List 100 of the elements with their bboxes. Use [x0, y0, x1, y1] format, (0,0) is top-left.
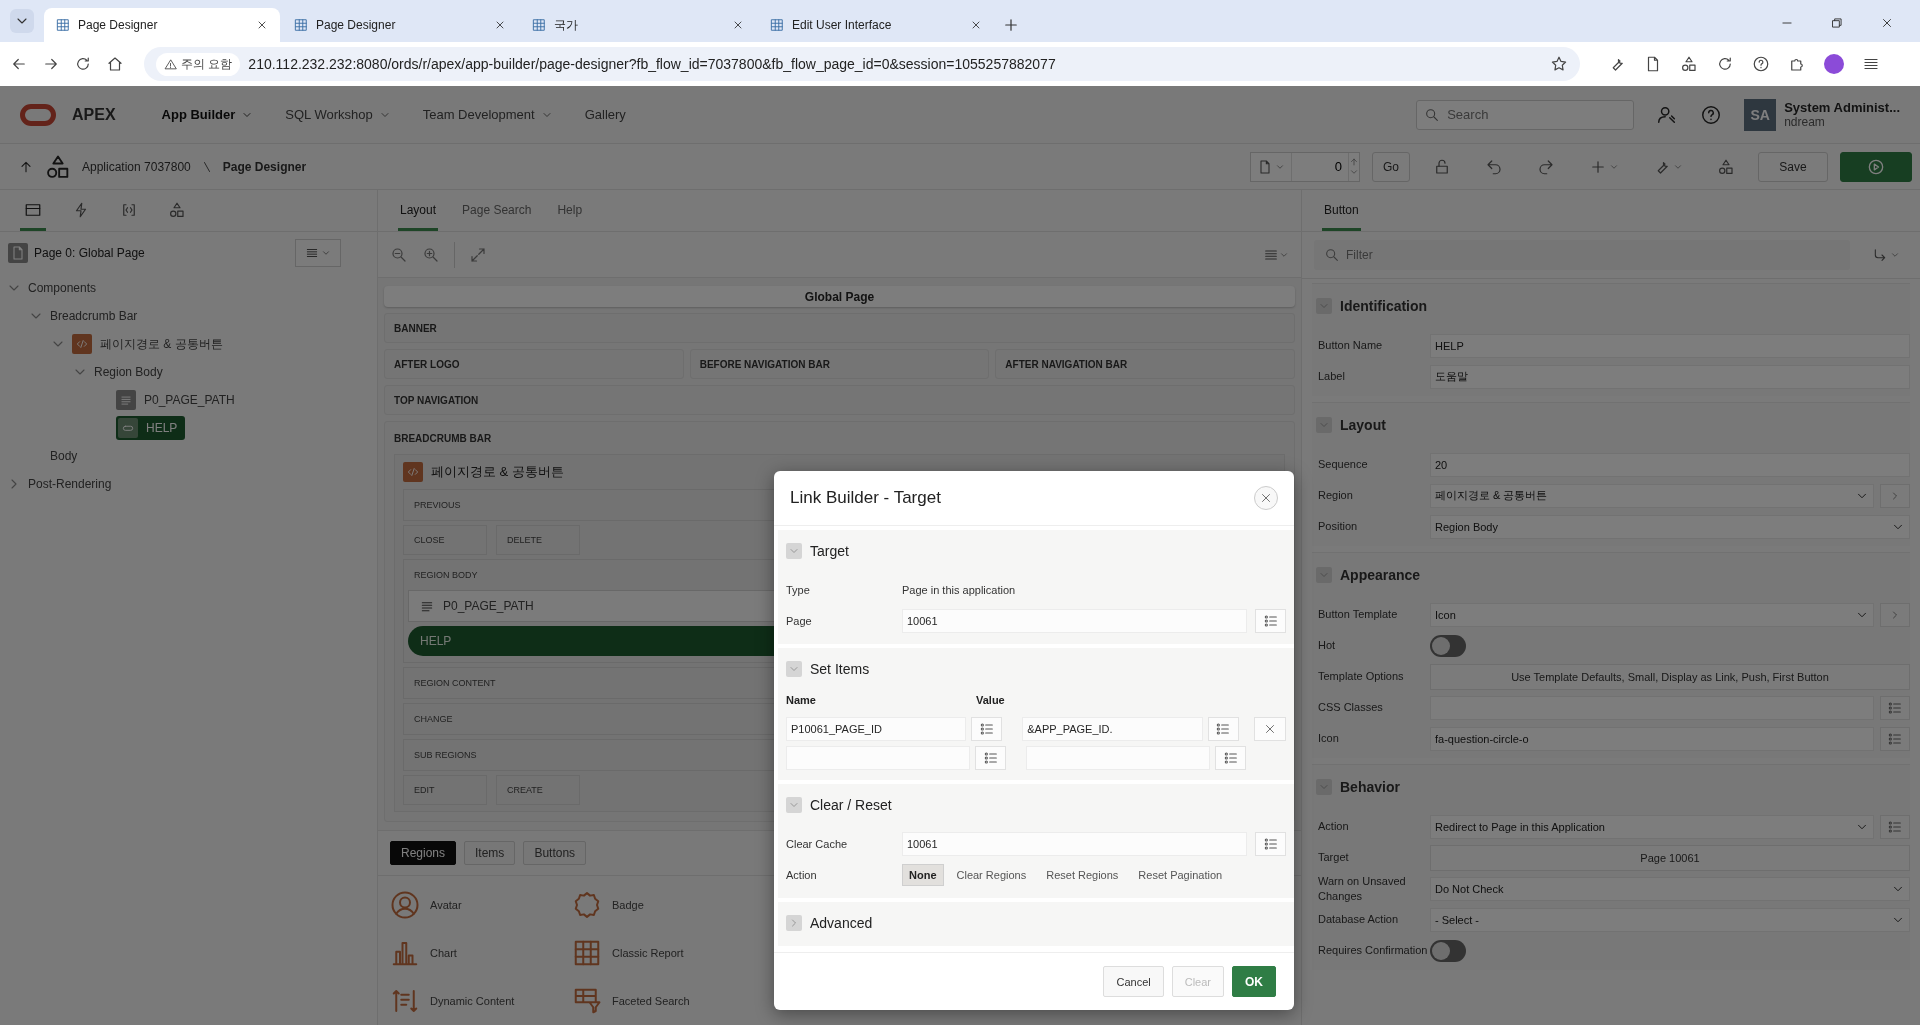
layout-position[interactable]: BANNER: [384, 313, 1295, 343]
browser-tab[interactable]: 국가: [520, 8, 756, 42]
input-field[interactable]: P10061_PAGE_ID: [786, 716, 967, 741]
input-field[interactable]: 도움말: [1430, 364, 1910, 389]
input-field[interactable]: fa-question-circle-o: [1430, 726, 1874, 751]
extension-icon[interactable]: [1716, 55, 1734, 73]
logo-icon[interactable]: [20, 103, 56, 126]
list-button[interactable]: [1215, 745, 1246, 770]
panel-tab[interactable]: Help: [555, 189, 585, 231]
region-type-label[interactable]: Badge: [612, 899, 644, 911]
property-button[interactable]: Page 10061: [1430, 844, 1910, 871]
browser-tab[interactable]: Page Designer: [282, 8, 518, 42]
input-field[interactable]: HELP: [1430, 333, 1910, 358]
go-button[interactable]: Go: [1372, 151, 1410, 182]
search-field[interactable]: Search: [1416, 99, 1635, 130]
layout-slot[interactable]: CREATE: [496, 775, 580, 805]
nav-menu-item[interactable]: Gallery: [568, 85, 642, 144]
list-button[interactable]: [1880, 726, 1910, 751]
run-button[interactable]: [1840, 151, 1912, 182]
table-filter-icon[interactable]: [572, 986, 602, 1016]
list-button[interactable]: [1880, 814, 1910, 839]
select-field[interactable]: Region Body: [1430, 514, 1910, 539]
nav-menu-item[interactable]: Team Development: [406, 85, 569, 144]
input-field[interactable]: 20: [1430, 452, 1910, 477]
zoom-in-icon[interactable]: [422, 245, 440, 264]
list-button[interactable]: [975, 745, 1006, 770]
panel-tab[interactable]: Layout: [398, 189, 439, 231]
select-field[interactable]: Do Not Check: [1430, 876, 1910, 901]
reload-icon[interactable]: [74, 55, 92, 73]
panel-tab[interactable]: Button: [1322, 189, 1361, 231]
property-button[interactable]: Use Template Defaults, Small, Display as Link, Push, First Button: [1430, 663, 1910, 690]
radio-option[interactable]: Reset Regions: [1039, 863, 1126, 886]
select-field[interactable]: Icon: [1430, 602, 1874, 627]
list-button[interactable]: [971, 716, 1003, 741]
profile-avatar[interactable]: [1824, 54, 1844, 74]
tree-node[interactable]: Body: [50, 449, 78, 463]
close-button[interactable]: [1254, 486, 1278, 510]
layout-position[interactable]: BEFORE NAVIGATION BAR: [689, 349, 990, 379]
close-icon[interactable]: [1880, 16, 1894, 30]
select-field[interactable]: Redirect to Page in this Application: [1430, 814, 1874, 839]
toggle-switch[interactable]: [1430, 634, 1466, 657]
user-avatar[interactable]: SA: [1744, 98, 1777, 131]
list-button[interactable]: [1880, 695, 1910, 720]
breadcrumb-link[interactable]: Page Designer: [222, 159, 307, 174]
input-field[interactable]: 10061: [902, 608, 1247, 633]
badge-icon[interactable]: [572, 890, 602, 920]
new-tab-icon[interactable]: [1002, 16, 1020, 34]
close-icon[interactable]: [494, 19, 506, 31]
gallery-tab[interactable]: Buttons: [523, 841, 587, 865]
nav-menu-item[interactable]: App Builder: [145, 85, 270, 144]
tree-node[interactable]: 페이지경로 & 공통버튼: [100, 335, 223, 353]
restore-icon[interactable]: [1830, 16, 1844, 30]
save-button[interactable]: Save: [1758, 151, 1828, 182]
layout-position[interactable]: TOP NAVIGATION: [384, 385, 1295, 415]
radio-option[interactable]: Reset Pagination: [1131, 863, 1230, 886]
zoom-out-icon[interactable]: [390, 245, 408, 264]
tab-list-icon[interactable]: [10, 9, 34, 33]
dialog-button[interactable]: Cancel: [1103, 966, 1164, 997]
browser-tab[interactable]: Page Designer: [44, 8, 280, 42]
expand-icon[interactable]: [469, 245, 487, 264]
region-type-label[interactable]: Dynamic Content: [430, 995, 515, 1007]
toggle-switch[interactable]: [1430, 939, 1466, 962]
ok-button[interactable]: OK: [1232, 966, 1276, 997]
browser-tab[interactable]: Edit User Interface: [758, 8, 994, 42]
logo-text[interactable]: APEX: [72, 105, 116, 124]
spinner-up-icon[interactable]: [1349, 156, 1359, 167]
layout-slot[interactable]: EDIT: [403, 775, 487, 805]
close-icon[interactable]: [256, 19, 268, 31]
select-field[interactable]: - Select -: [1430, 907, 1910, 932]
layout-slot[interactable]: CLOSE: [403, 525, 487, 555]
tree-node[interactable]: Post-Rendering: [28, 477, 112, 491]
region-type-label[interactable]: Faceted Search: [612, 995, 690, 1007]
radio-option[interactable]: Clear Regions: [949, 863, 1034, 886]
list-button[interactable]: [1207, 716, 1239, 741]
tree-node[interactable]: Components: [28, 281, 97, 295]
region-type-label[interactable]: Avatar: [430, 899, 462, 911]
address-bar[interactable]: 주의 요함 210.112.232.232:8080/ords/r/apex/app-builder/page-designer?fb_flow_id=7037800&fb_flow_page_id=0&session=1055257882077: [144, 47, 1580, 81]
page-number-field[interactable]: 0: [1292, 158, 1348, 175]
input-field[interactable]: 10061: [902, 831, 1247, 856]
panel-tab[interactable]: Page Search: [460, 189, 534, 231]
gallery-tab[interactable]: Regions: [390, 841, 457, 865]
region-type-label[interactable]: Classic Report: [612, 947, 684, 959]
close-icon[interactable]: [732, 19, 744, 31]
input-field[interactable]: &APP_PAGE_ID.: [1022, 716, 1203, 741]
tree-node[interactable]: Breadcrumb Bar: [50, 309, 138, 323]
close-icon[interactable]: [970, 19, 982, 31]
tree-node[interactable]: Region Body: [94, 365, 163, 379]
bookmark-star-icon[interactable]: [1550, 55, 1568, 73]
selected-tree-node[interactable]: HELP: [116, 416, 186, 440]
gallery-tab[interactable]: Items: [464, 841, 516, 865]
person-circle-icon[interactable]: [390, 890, 420, 920]
layout-position[interactable]: AFTER LOGO: [384, 349, 684, 379]
breadcrumb-link[interactable]: Application 7037800: [82, 159, 191, 174]
extension-icon[interactable]: [1680, 55, 1698, 73]
radio-option[interactable]: None: [902, 863, 944, 886]
region-type-label[interactable]: Chart: [430, 947, 457, 959]
tree-node[interactable]: P0_PAGE_PATH: [144, 393, 235, 407]
nav-menu-item[interactable]: SQL Workshop: [269, 85, 407, 144]
layout-position[interactable]: AFTER NAVIGATION BAR: [995, 349, 1295, 379]
help-icon[interactable]: [1700, 103, 1723, 126]
